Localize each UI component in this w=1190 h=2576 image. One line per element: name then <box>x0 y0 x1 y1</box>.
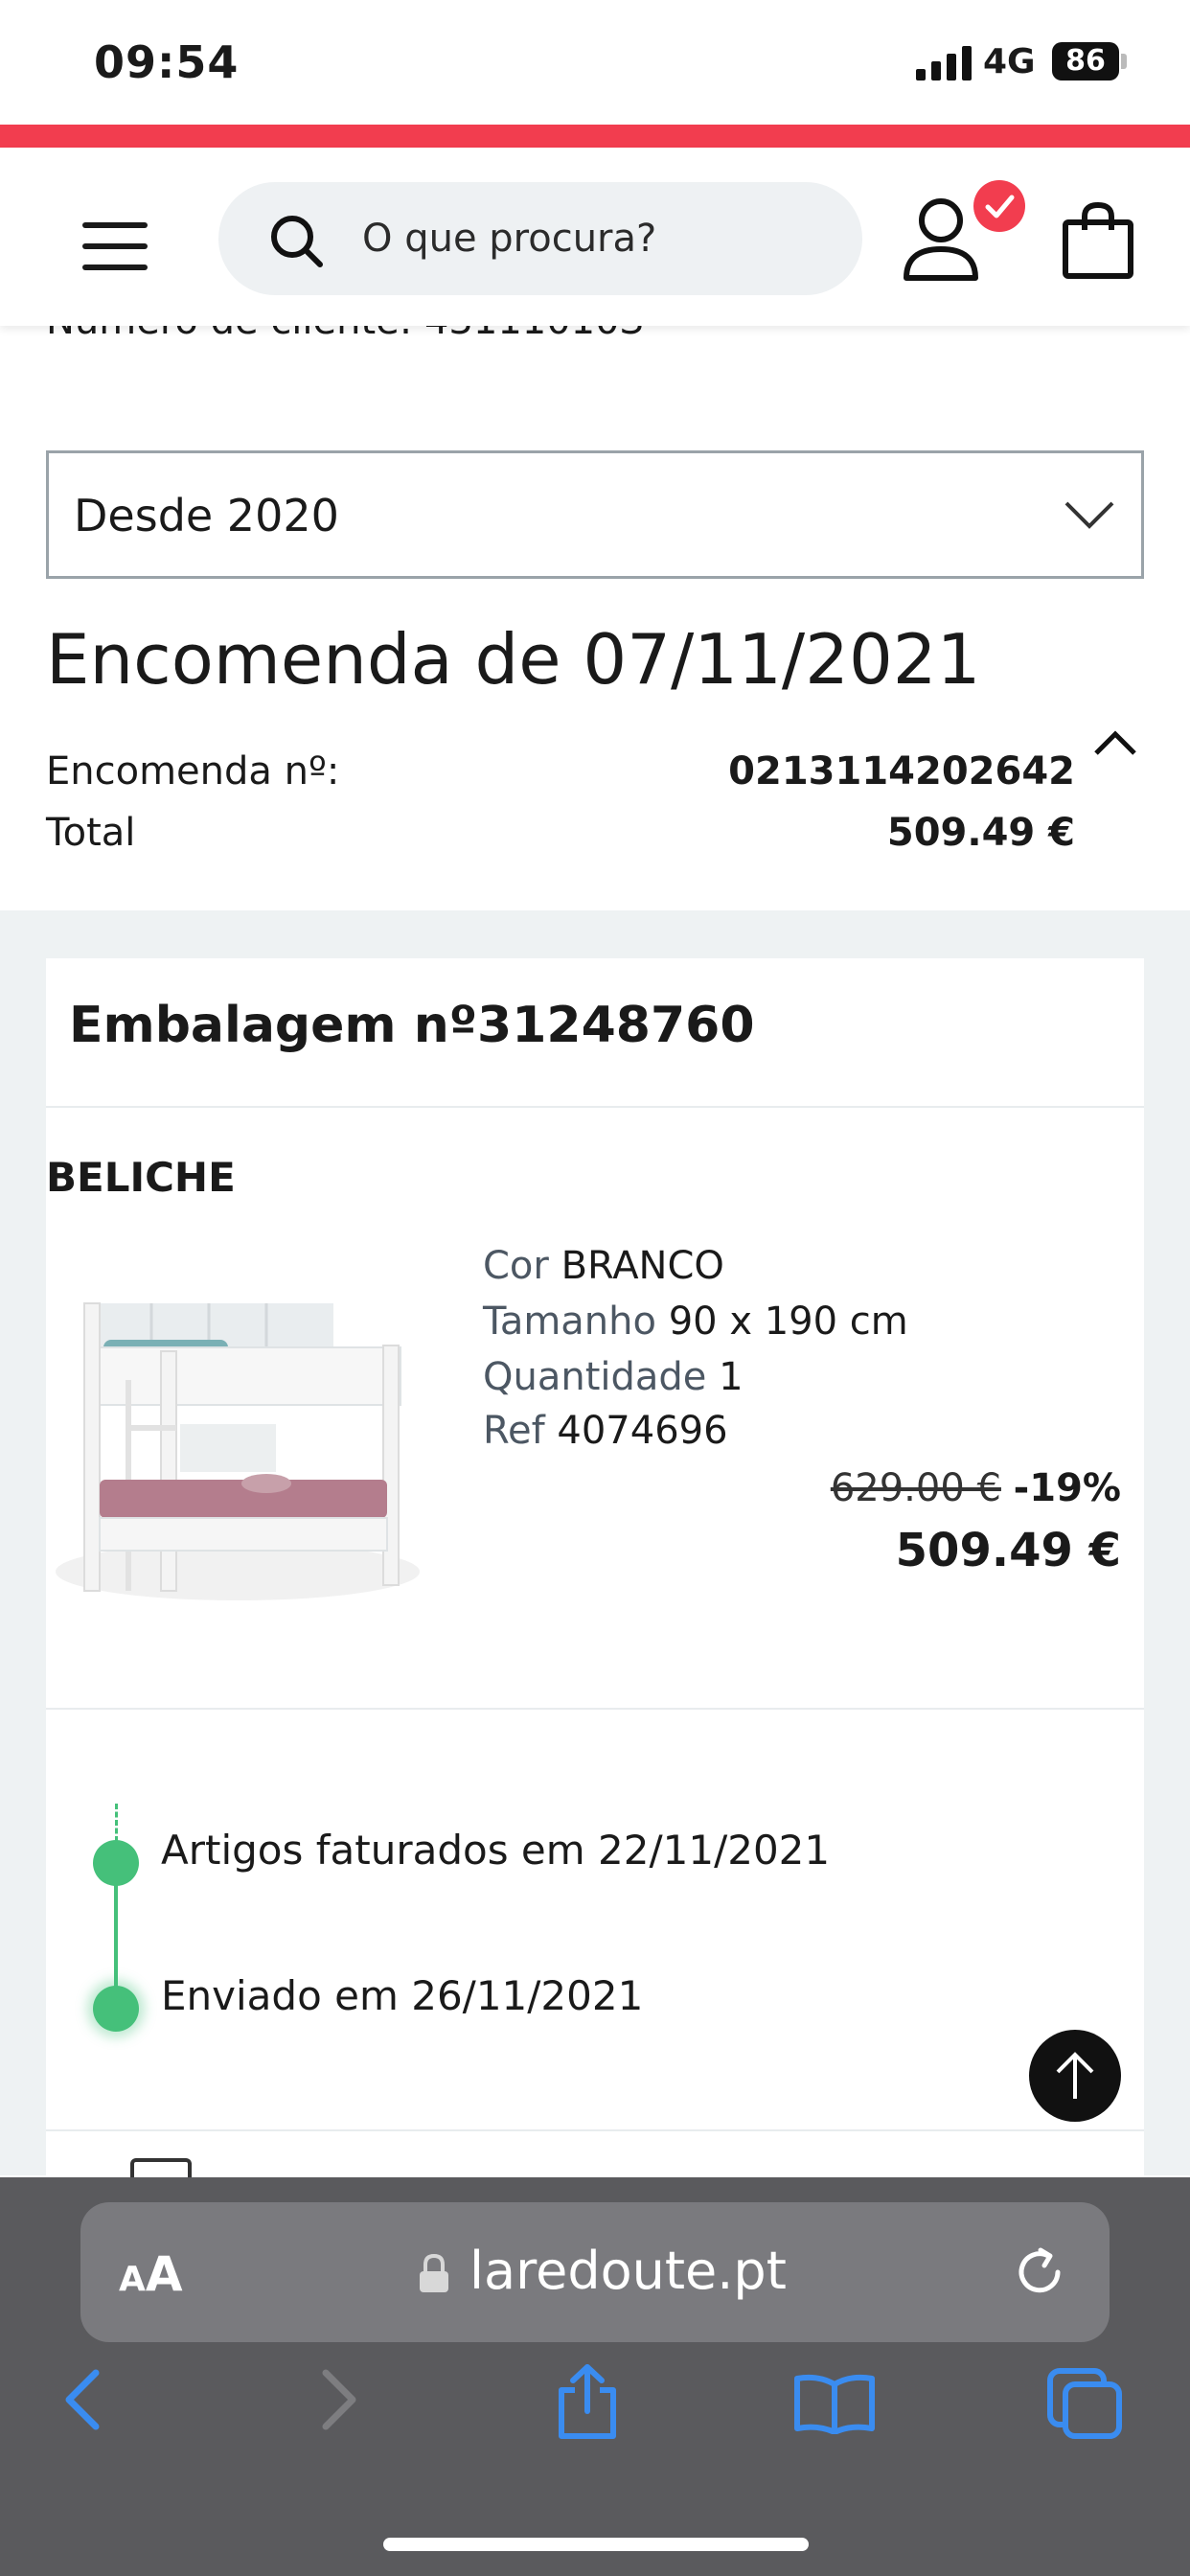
timeline-connector <box>115 1804 118 1842</box>
product-image[interactable] <box>46 1246 420 1610</box>
size-value: 90 x 190 cm <box>668 1300 908 1344</box>
ref-value: 4074696 <box>557 1409 728 1453</box>
network-type: 4G <box>983 42 1036 81</box>
chevron-up-icon[interactable] <box>1092 726 1138 759</box>
search-placeholder: O que procura? <box>362 217 657 261</box>
chevron-down-icon <box>1064 501 1114 529</box>
timeline-dot <box>93 1840 139 1886</box>
browser-toolbar: AA laredoute.pt <box>0 2177 1190 2576</box>
color-value: BRANCO <box>561 1244 724 1288</box>
battery-icon: 86 <box>1052 42 1119 80</box>
bookmarks-icon[interactable] <box>793 2373 876 2434</box>
divider <box>46 1708 1144 1710</box>
period-filter-value: Desde 2020 <box>74 490 339 541</box>
timeline-dot <box>93 1986 139 2032</box>
arrow-up-icon <box>1056 2052 1094 2099</box>
tabs-icon[interactable] <box>1046 2367 1123 2440</box>
package-title: Embalagem nº31248760 <box>69 997 755 1054</box>
color-label: Cor <box>483 1244 549 1288</box>
divider <box>46 2129 1144 2131</box>
scroll-to-top-button[interactable] <box>1029 2030 1121 2122</box>
site-header: O que procura? <box>0 148 1190 326</box>
order-number-label: Encomenda nº: <box>46 749 340 794</box>
signal-icon <box>916 46 972 80</box>
share-icon[interactable] <box>554 2363 621 2440</box>
search-icon <box>271 216 323 267</box>
order-title: Encomenda de 07/11/2021 <box>46 619 981 700</box>
package-card: Embalagem nº31248760 BELICHE Cor BRANCO … <box>46 958 1144 2175</box>
size-label: Tamanho <box>483 1300 656 1344</box>
order-total-value: 509.49 € <box>886 811 1075 855</box>
timeline-step-invoiced: Artigos faturados em 22/11/2021 <box>161 1827 831 1874</box>
menu-icon[interactable] <box>82 222 148 270</box>
battery-tip <box>1121 54 1127 69</box>
order-total-label: Total <box>46 811 136 855</box>
back-icon[interactable] <box>59 2369 105 2430</box>
quantity-value: 1 <box>719 1355 744 1399</box>
status-time: 09:54 <box>94 36 240 88</box>
brand-accent-bar <box>0 125 1190 148</box>
search-input[interactable]: O que procura? <box>218 182 862 295</box>
lock-icon <box>420 2253 448 2292</box>
address-bar[interactable]: AA laredoute.pt <box>80 2202 1110 2342</box>
timeline-step-shipped: Enviado em 26/11/2021 <box>161 1972 644 2019</box>
divider <box>46 1106 1144 1108</box>
original-price: 629.00 € <box>830 1466 1001 1510</box>
discount-badge: -19% <box>1013 1466 1121 1510</box>
home-indicator <box>383 2538 809 2551</box>
product-quantity: Quantidade 1 <box>483 1355 744 1399</box>
text-size-button[interactable]: AA <box>119 2246 183 2302</box>
quantity-label: Quantidade <box>483 1355 707 1399</box>
product-price: 509.49 € <box>895 1524 1121 1577</box>
product-ref: Ref 4074696 <box>483 1409 728 1453</box>
original-price-row: 629.00 € -19% <box>831 1466 1121 1510</box>
url-text: laredoute.pt <box>469 2241 787 2301</box>
ref-label: Ref <box>483 1409 545 1453</box>
check-badge-icon <box>973 180 1025 232</box>
product-color: Cor BRANCO <box>483 1244 724 1288</box>
product-name: BELICHE <box>46 1154 236 1201</box>
reload-icon[interactable] <box>1012 2244 1067 2300</box>
period-filter-select[interactable]: Desde 2020 <box>46 450 1144 579</box>
order-number-value: 0213114202642 <box>728 749 1075 794</box>
forward-icon[interactable] <box>316 2369 362 2430</box>
status-bar: 09:54 4G 86 <box>0 0 1190 126</box>
product-size: Tamanho 90 x 190 cm <box>483 1300 908 1344</box>
cart-icon[interactable] <box>1062 201 1134 280</box>
